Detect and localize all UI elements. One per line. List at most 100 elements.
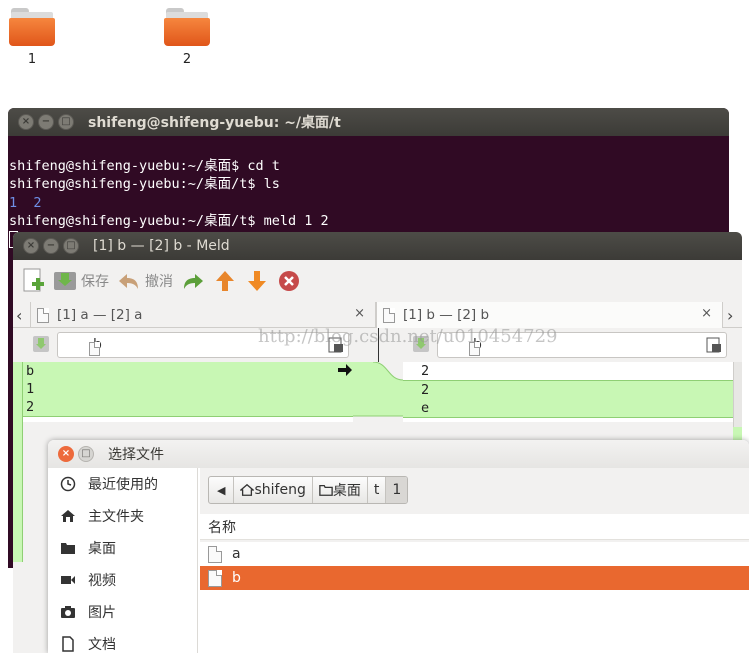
- close-icon[interactable]: ×: [18, 114, 34, 130]
- file-chooser-dialog[interactable]: × □ 选择文件 最近使用的 主文件夹 桌面 视频 图片 文档 ◀ shifen…: [48, 440, 749, 653]
- right-overview-marker: [733, 427, 742, 441]
- stop-icon: [279, 271, 299, 291]
- sidebar-item-desktop[interactable]: 桌面: [48, 532, 197, 564]
- breadcrumb: ◀ shifeng 桌面 t 1: [208, 476, 409, 504]
- sidebar-item-recent[interactable]: 最近使用的: [48, 468, 197, 500]
- file-name: b: [232, 570, 241, 586]
- sidebar-item-label: 桌面: [88, 541, 116, 557]
- terminal-line: shifeng@shifeng-yuebu:~/桌面/t$ ls: [9, 176, 280, 192]
- clock-icon: [60, 476, 76, 492]
- minimize-icon[interactable]: −: [38, 114, 54, 130]
- next-change-button[interactable]: [245, 266, 269, 296]
- breadcrumb-1[interactable]: 1: [386, 477, 408, 503]
- file-icon: [208, 569, 222, 587]
- arrow-down-icon: [248, 271, 266, 291]
- maximize-icon[interactable]: □: [78, 446, 94, 462]
- breadcrumb-desktop[interactable]: 桌面: [313, 477, 368, 503]
- undo-label: 撤消: [145, 274, 173, 290]
- undo-arrow-icon: [119, 274, 138, 289]
- document-icon: [62, 636, 74, 652]
- file-name: a: [232, 546, 241, 562]
- save-icon: [54, 272, 76, 290]
- tab-label: [1] b — [2] b: [403, 307, 490, 323]
- folder-icon: [319, 484, 333, 496]
- save-label: 保存: [81, 274, 109, 290]
- file-icon: [208, 545, 222, 563]
- tab-b[interactable]: [1] b — [2] b ×: [376, 302, 723, 328]
- breadcrumb-label: 1: [392, 482, 402, 498]
- sidebar-item-videos[interactable]: 视频: [48, 564, 197, 596]
- push-right-arrow-icon[interactable]: [337, 363, 353, 377]
- terminal-titlebar[interactable]: × − □ shifeng@shifeng-yuebu: ~/桌面/t: [8, 108, 729, 136]
- chooser-titlebar[interactable]: × □ 选择文件: [48, 440, 749, 468]
- previous-change-button[interactable]: [213, 266, 237, 296]
- home-icon: [61, 510, 75, 522]
- sidebar-item-home[interactable]: 主文件夹: [48, 500, 197, 532]
- file-list-background: [200, 590, 749, 653]
- comparison-tabs: ‹ [1] a — [2] a × [1] b — [2] b × ›: [13, 302, 742, 328]
- folder-icon: [61, 543, 75, 554]
- sidebar-item-label: 图片: [88, 605, 116, 621]
- breadcrumb-label: 桌面: [332, 483, 361, 499]
- window-title: shifeng@shifeng-yuebu: ~/桌面/t: [88, 115, 341, 131]
- folder-label: 1: [27, 52, 37, 67]
- meld-toolbar: 保存 撤消: [13, 260, 742, 302]
- maximize-icon[interactable]: □: [63, 238, 79, 254]
- places-sidebar: 最近使用的 主文件夹 桌面 视频 图片 文档: [48, 468, 198, 653]
- redo-button[interactable]: [181, 266, 205, 296]
- meld-titlebar[interactable]: × − □ [1] b — [2] b - Meld: [13, 232, 742, 260]
- breadcrumb-back-button[interactable]: ◀: [209, 477, 235, 503]
- desktop-folder-2[interactable]: 2: [157, 8, 217, 67]
- tab-scroll-right[interactable]: ›: [723, 302, 742, 328]
- folder-icon: [9, 8, 55, 46]
- diff-link-map: [353, 362, 403, 422]
- save-file-icon[interactable]: [33, 336, 49, 352]
- sidebar-item-label: 文档: [88, 637, 116, 653]
- close-icon[interactable]: ×: [58, 446, 74, 462]
- diff-line: 2: [403, 380, 733, 399]
- home-icon: [240, 483, 255, 496]
- watermark: http://blog.csdn.net/u010454729: [258, 326, 558, 347]
- left-diff-pane[interactable]: b 1 2: [23, 362, 355, 422]
- save-button[interactable]: 保存: [53, 266, 109, 296]
- close-icon[interactable]: ×: [23, 238, 39, 254]
- sidebar-item-pictures[interactable]: 图片: [48, 596, 197, 628]
- sidebar-item-label: 视频: [88, 573, 116, 589]
- desktop-folder-1[interactable]: 1: [2, 8, 62, 67]
- sidebar-item-label: 最近使用的: [88, 477, 158, 493]
- breadcrumb-home[interactable]: shifeng: [234, 477, 313, 503]
- tab-label: [1] a — [2] a: [57, 307, 143, 323]
- new-comparison-button[interactable]: [21, 266, 45, 296]
- right-diff-pane[interactable]: 2 2 e: [403, 362, 733, 422]
- column-header-label: 名称: [208, 519, 236, 536]
- video-icon: [61, 576, 75, 584]
- file-row-selected[interactable]: b: [200, 566, 749, 590]
- terminal-line: shifeng@shifeng-yuebu:~/桌面/t$ meld 1 2: [9, 213, 329, 229]
- camera-icon: [61, 606, 75, 618]
- close-tab-icon[interactable]: ×: [354, 306, 365, 321]
- file-row[interactable]: a: [200, 542, 749, 566]
- diff-line: e: [403, 399, 733, 418]
- sidebar-item-label: 主文件夹: [88, 509, 144, 525]
- terminal-line: shifeng@shifeng-yuebu:~/桌面$ cd t: [9, 157, 280, 174]
- tab-a[interactable]: [1] a — [2] a ×: [31, 302, 376, 328]
- file-browser: ◀ shifeng 桌面 t 1 名称 a b: [200, 468, 749, 653]
- open-file-icon[interactable]: [706, 337, 722, 353]
- breadcrumb-label: shifeng: [254, 482, 306, 498]
- left-overview-bar[interactable]: [13, 362, 23, 562]
- sidebar-item-documents[interactable]: 文档: [48, 628, 197, 653]
- breadcrumb-t[interactable]: t: [368, 477, 387, 503]
- redo-arrow-icon: [184, 274, 203, 289]
- column-header-name[interactable]: 名称: [200, 514, 749, 540]
- file-icon: [37, 307, 49, 323]
- tab-scroll-left[interactable]: ‹: [13, 302, 31, 328]
- diff-line: 1: [23, 380, 355, 398]
- file-icon: [383, 307, 395, 323]
- diff-line: b: [23, 362, 355, 380]
- minimize-icon[interactable]: −: [43, 238, 59, 254]
- breadcrumb-label: t: [373, 482, 380, 498]
- close-tab-icon[interactable]: ×: [701, 306, 712, 321]
- maximize-icon[interactable]: □: [58, 114, 74, 130]
- stop-button[interactable]: [277, 266, 301, 296]
- undo-button[interactable]: 撤消: [117, 266, 173, 296]
